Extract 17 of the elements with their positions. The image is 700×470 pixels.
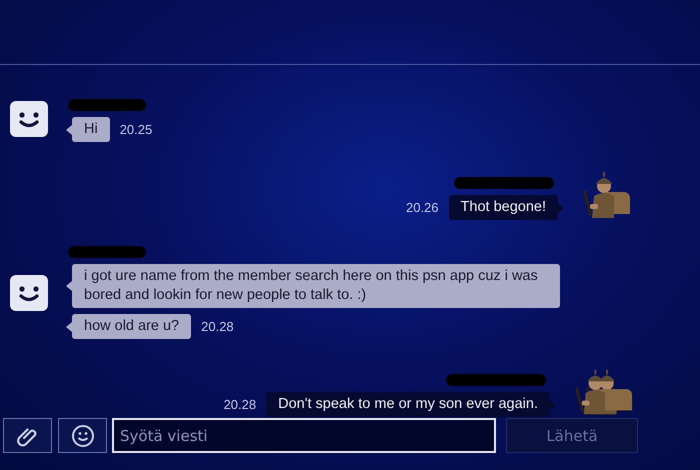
smiley-icon <box>70 424 94 448</box>
attach-button[interactable] <box>3 418 52 453</box>
message-bubble: Thot begone! <box>448 195 558 220</box>
timestamp: 20.26 <box>406 200 439 215</box>
bubble-tail <box>550 400 556 410</box>
smiley-avatar-icon <box>10 101 48 137</box>
bubble-tail <box>558 202 564 212</box>
message-bubble: Don't speak to me or my son ever again. <box>266 392 550 417</box>
message-bubble: i got ure name from the member search here on this psn app cuz i was bored and lookin for new people to talk to. :) <box>72 264 560 308</box>
message-input[interactable]: Syötä viesti <box>112 418 496 453</box>
timestamp: 20.25 <box>120 122 152 137</box>
message-bubble: how old are u? <box>72 314 192 339</box>
timestamp: 20.28 <box>201 319 234 334</box>
emoji-button[interactable] <box>58 418 107 453</box>
message-bubble: Hi <box>72 117 110 142</box>
smiley-avatar-icon <box>10 274 48 310</box>
timestamp: 20.28 <box>224 397 256 412</box>
